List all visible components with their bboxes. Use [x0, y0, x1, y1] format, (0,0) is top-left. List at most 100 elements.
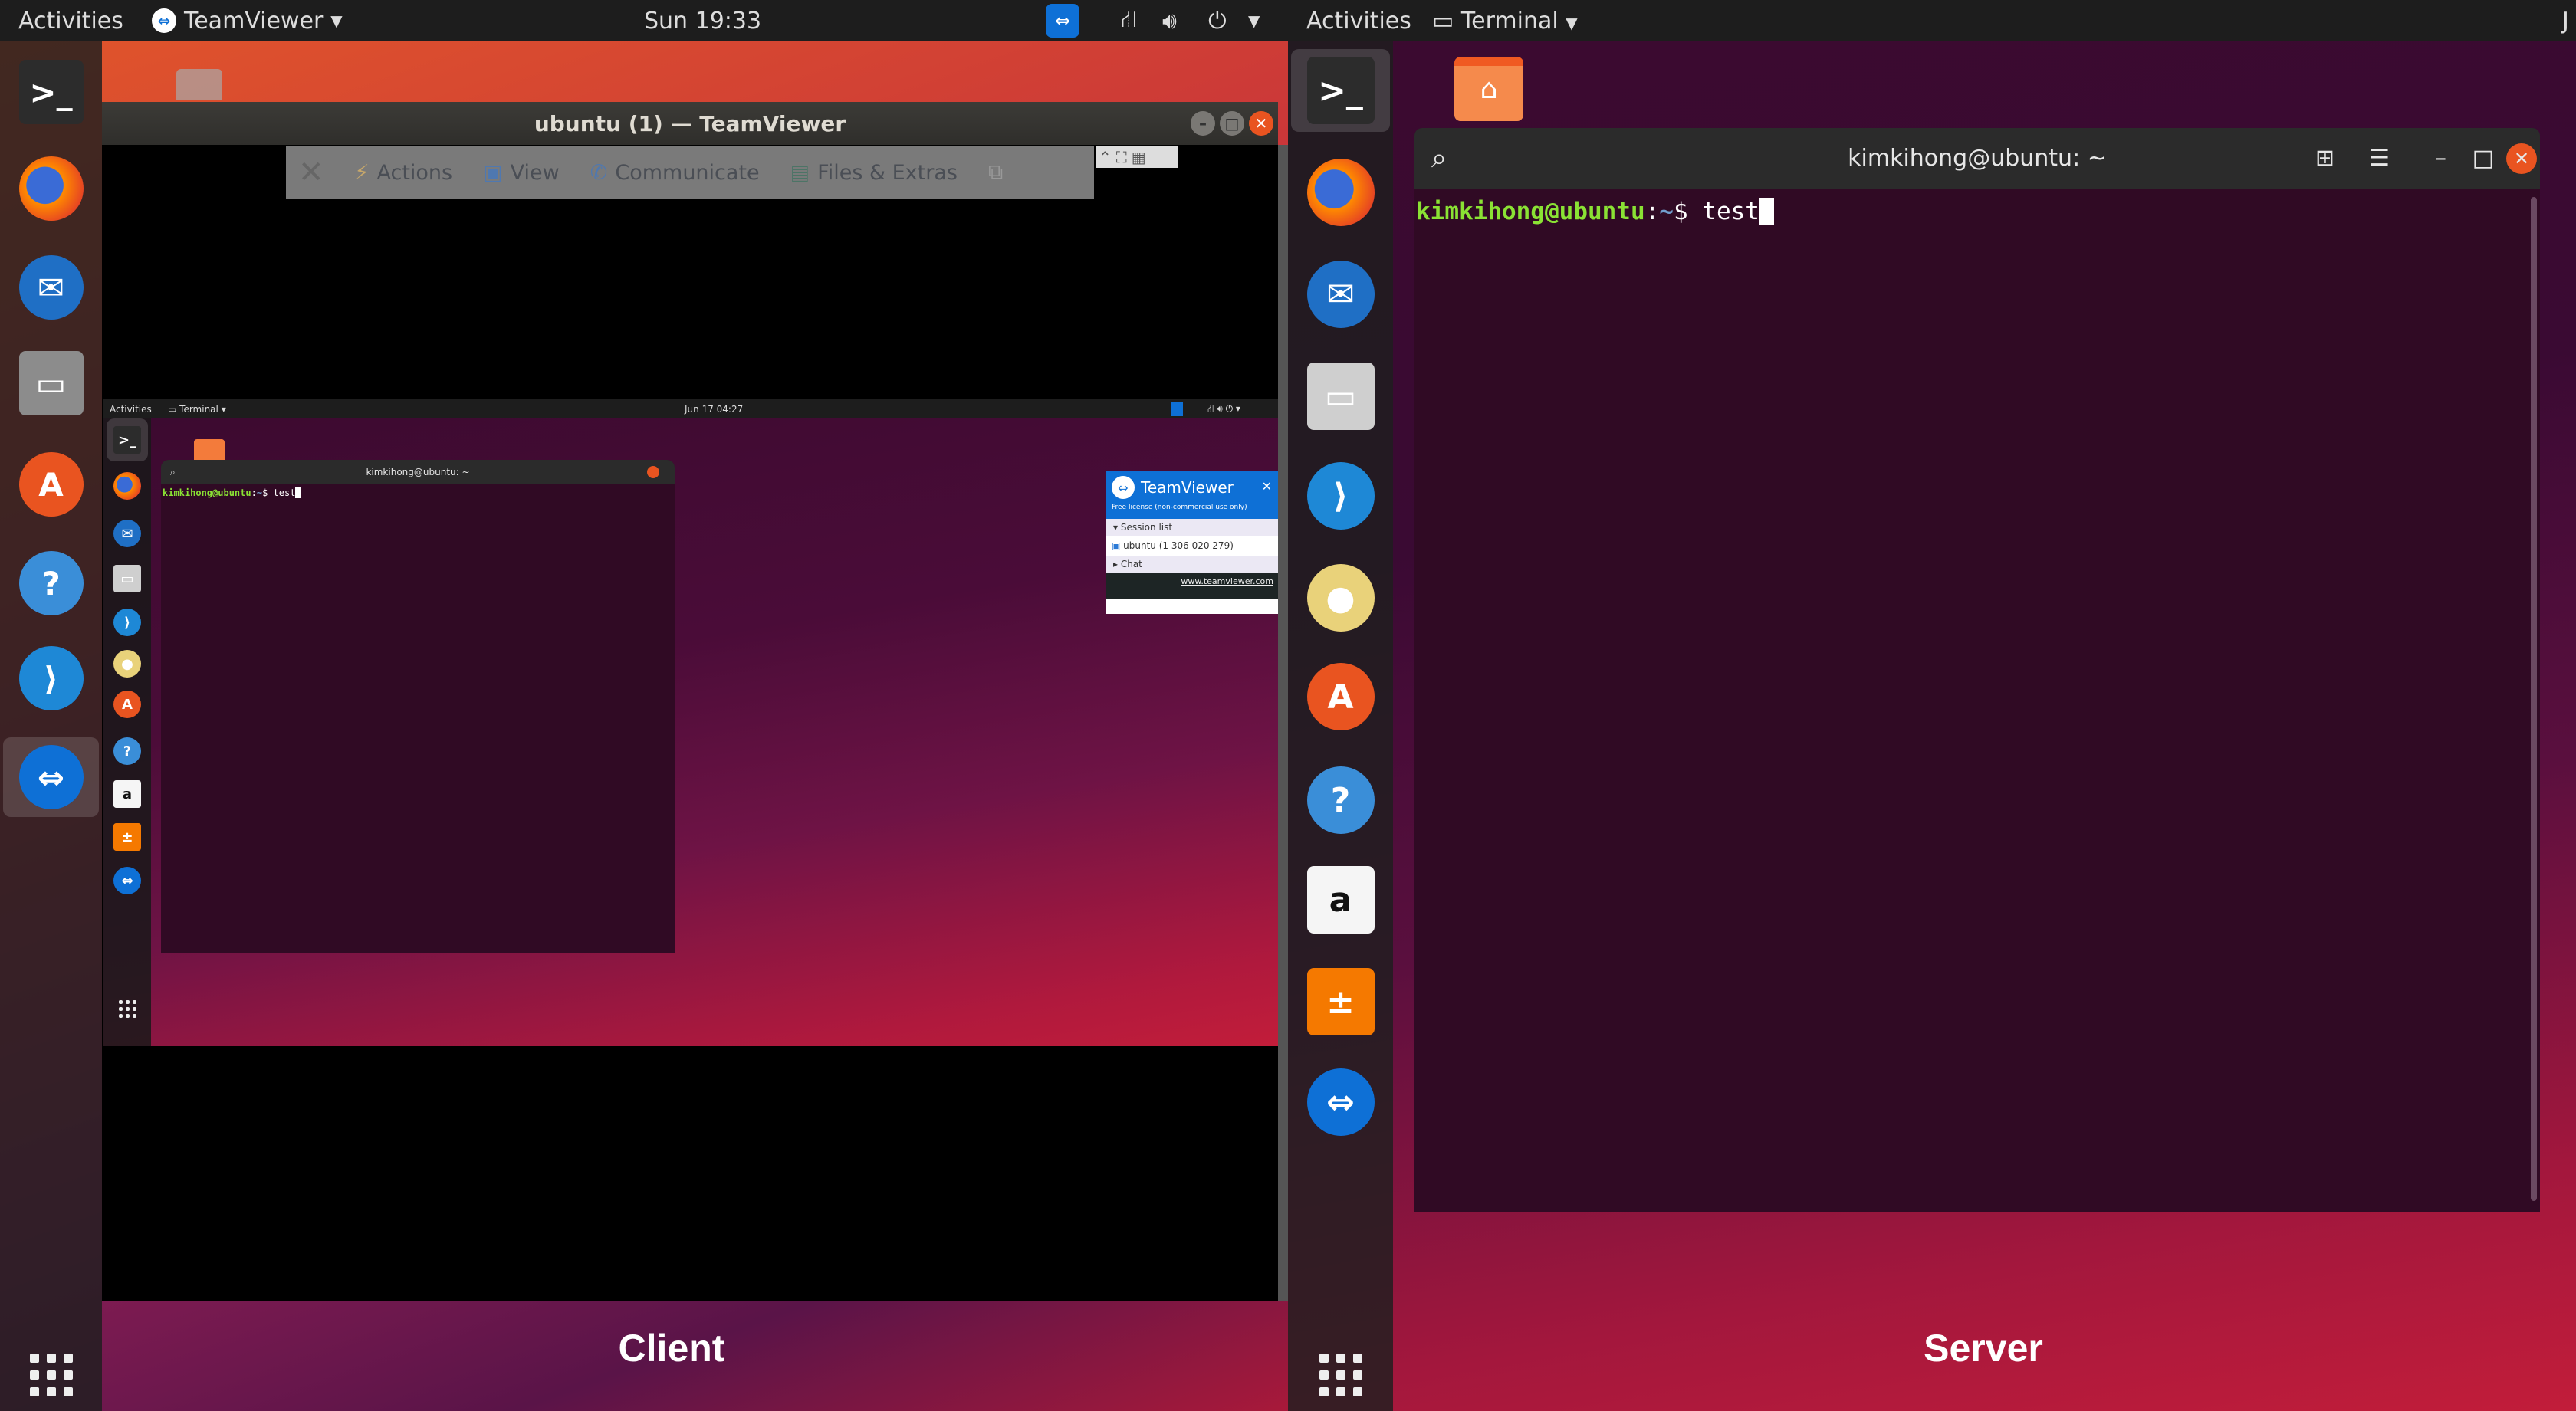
dock-item-amazon[interactable]: a	[1291, 858, 1390, 941]
system-menu-chevron-icon[interactable]: ▼	[1248, 11, 1260, 30]
dock-item-teamviewer[interactable]: ⇔	[3, 737, 99, 817]
volume-icon[interactable]: 🔊︎	[1162, 8, 1177, 34]
dock-item-thunderbird[interactable]: ✉	[3, 248, 99, 327]
dock-item-files[interactable]: ▭	[107, 557, 148, 600]
dock-item-terminal[interactable]: >_	[3, 52, 99, 132]
remote-search-icon[interactable]: ⌕	[170, 467, 176, 478]
window-scrollbar[interactable]	[1278, 145, 1288, 1301]
show-applications-button[interactable]	[104, 978, 151, 1039]
dock-item-files[interactable]: ▭	[3, 343, 99, 423]
dock-item-files[interactable]: ▭	[1291, 355, 1390, 438]
trash-icon[interactable]	[176, 69, 222, 100]
software-icon: A	[1306, 663, 1375, 730]
remote-system-icons[interactable]: ⛙ 🔊︎ ⏻ ▾	[1208, 403, 1240, 415]
minimize-button[interactable]: –	[1191, 111, 1215, 136]
dock-item-vscode[interactable]: ⟩	[107, 601, 148, 644]
home-folder-icon[interactable]: ⌂	[1454, 57, 1523, 121]
terminal-scrollbar[interactable]	[2531, 197, 2537, 1201]
maximize-button[interactable]: □	[1220, 111, 1244, 136]
teamviewer-link[interactable]: www.teamviewer.com	[1106, 573, 1278, 599]
search-icon[interactable]: ⌕	[1431, 143, 1447, 175]
dock-item-help[interactable]: ?	[1291, 759, 1390, 842]
clock[interactable]: Sun 19:33	[644, 8, 761, 34]
dock-item-terminal[interactable]: >_	[107, 418, 148, 461]
terminal-output[interactable]: kimkihong@ubuntu:~$ test	[1414, 189, 2540, 235]
dock-item-software[interactable]: A	[1291, 655, 1390, 738]
server-terminal-window[interactable]: ⌕ kimkihong@ubuntu: ~ ⊞ ☰ – □ ✕ kimkihon…	[1414, 128, 2540, 1212]
dock-item-help[interactable]: ?	[3, 543, 99, 623]
dock-item-calculator[interactable]: ±	[1291, 960, 1390, 1043]
server-dock: >_ ✉ ▭ ⟩ ● A? a ± ⇔	[1288, 41, 1393, 1411]
power-icon[interactable]: ⏻	[1208, 8, 1227, 34]
help-icon: ?	[18, 551, 84, 615]
teamviewer-tray-icon[interactable]: ⇔	[1046, 4, 1079, 38]
session-list-header[interactable]: ▾ Session list	[1106, 519, 1278, 536]
teamviewer-logo-icon: ⇔	[1112, 476, 1135, 499]
close-session-button[interactable]: ✕	[298, 155, 324, 190]
prompt-path: ~	[1659, 198, 1674, 225]
app-menu[interactable]: ⇔ TeamViewer ▼	[152, 8, 343, 34]
dock-item-thunderbird[interactable]: ✉	[1291, 253, 1390, 336]
teamviewer-icon: ⇔	[1306, 1068, 1375, 1136]
teamviewer-toolbar: ✕ ⚡ Actions ▣ View ✆ Communicate ▤ Files & E…	[286, 146, 1094, 199]
server-top-bar: Activities ▭ Terminal ▼ J	[1288, 0, 2576, 41]
fullscreen-icon[interactable]: ⛶	[1116, 148, 1127, 166]
collapse-toolbar-icon[interactable]: ⌃	[1099, 148, 1112, 166]
session-item[interactable]: ▣ ubuntu (1 306 020 279)	[1106, 536, 1278, 556]
network-icon[interactable]: ⛙	[1121, 6, 1137, 36]
hamburger-menu-icon[interactable]: ☰	[2369, 145, 2390, 172]
vscode-icon: ⟩	[113, 609, 141, 636]
clock[interactable]: J	[2562, 8, 2569, 34]
remote-app-menu[interactable]: ▭ Terminal ▾	[168, 404, 226, 415]
dock-item-terminal[interactable]: >_	[1291, 49, 1390, 132]
actions-menu[interactable]: ⚡ Actions	[355, 161, 453, 185]
software-icon: A	[18, 452, 84, 517]
close-button[interactable]: ✕	[1249, 111, 1273, 136]
dock-item-calculator[interactable]: ±	[107, 815, 148, 858]
show-applications-button[interactable]	[1288, 1344, 1393, 1406]
show-applications-button[interactable]	[0, 1344, 102, 1406]
files-extras-menu[interactable]: ▤ Files & Extras	[790, 161, 958, 185]
switch-sides-icon[interactable]: ⧉	[988, 160, 1003, 185]
dock-item-firefox[interactable]	[1291, 151, 1390, 234]
dock-item-teamviewer[interactable]: ⇔	[1291, 1061, 1390, 1144]
dock-item-teamviewer[interactable]: ⇔	[107, 859, 148, 902]
server-desktop: Activities ▭ Terminal ▼ J >_ ✉ ▭ ⟩ ● A? a ± ⇔ ⌂ …	[1288, 0, 2576, 1411]
dock-item-vscode[interactable]: ⟩	[1291, 454, 1390, 537]
keyboard-icon[interactable]: ▦	[1132, 148, 1146, 166]
dock-item-firefox[interactable]	[107, 464, 148, 507]
session-list-label: Session list	[1120, 522, 1173, 533]
app-grid-icon	[118, 999, 136, 1018]
remote-terminal-window[interactable]: ⌕ kimkihong@ubuntu: ~ kimkihong@ubuntu:~…	[161, 460, 675, 953]
app-menu[interactable]: ▭ Terminal ▼	[1432, 8, 1578, 34]
remote-close-button[interactable]	[647, 466, 659, 478]
remote-activities[interactable]: Activities	[110, 404, 152, 415]
view-menu[interactable]: ▣ View	[483, 161, 560, 185]
dock-item-rhythmbox[interactable]: ●	[107, 642, 148, 685]
dock-item-thunderbird[interactable]: ✉	[107, 512, 148, 555]
panel-title: TeamViewer	[1141, 478, 1234, 497]
dock-item-amazon[interactable]: a	[107, 773, 148, 815]
remote-desktop[interactable]: Activities ▭ Terminal ▾ Jun 17 04:27 ⛙ 🔊…	[104, 399, 1278, 1046]
minimize-button[interactable]: –	[2435, 145, 2446, 172]
communicate-menu[interactable]: ✆ Communicate	[590, 161, 760, 185]
dock-item-rhythmbox[interactable]: ●	[1291, 556, 1390, 639]
remote-terminal-output[interactable]: kimkihong@ubuntu:~$ test	[161, 484, 675, 501]
chat-header[interactable]: ▸ Chat	[1106, 556, 1278, 573]
dock-item-software[interactable]: A	[3, 445, 99, 524]
activities-button[interactable]: Activities	[1306, 8, 1411, 34]
remote-teamviewer-tray-icon[interactable]	[1171, 402, 1183, 416]
remote-clock[interactable]: Jun 17 04:27	[685, 404, 743, 415]
dock-item-help[interactable]: ?	[107, 730, 148, 773]
remote-terminal-title: kimkihong@ubuntu: ~	[366, 467, 470, 477]
files-icon: ▭	[113, 565, 141, 592]
new-tab-icon[interactable]: ⊞	[2315, 145, 2334, 172]
activities-button[interactable]: Activities	[18, 8, 123, 34]
panel-close-button[interactable]: ✕	[1262, 479, 1272, 494]
dock-item-software[interactable]: A	[107, 683, 148, 726]
maximize-button[interactable]: □	[2472, 145, 2494, 172]
close-button[interactable]: ✕	[2506, 143, 2537, 174]
chevron-down-icon: ▼	[1566, 13, 1578, 32]
dock-item-vscode[interactable]: ⟩	[3, 638, 99, 718]
dock-item-firefox[interactable]	[3, 149, 99, 228]
